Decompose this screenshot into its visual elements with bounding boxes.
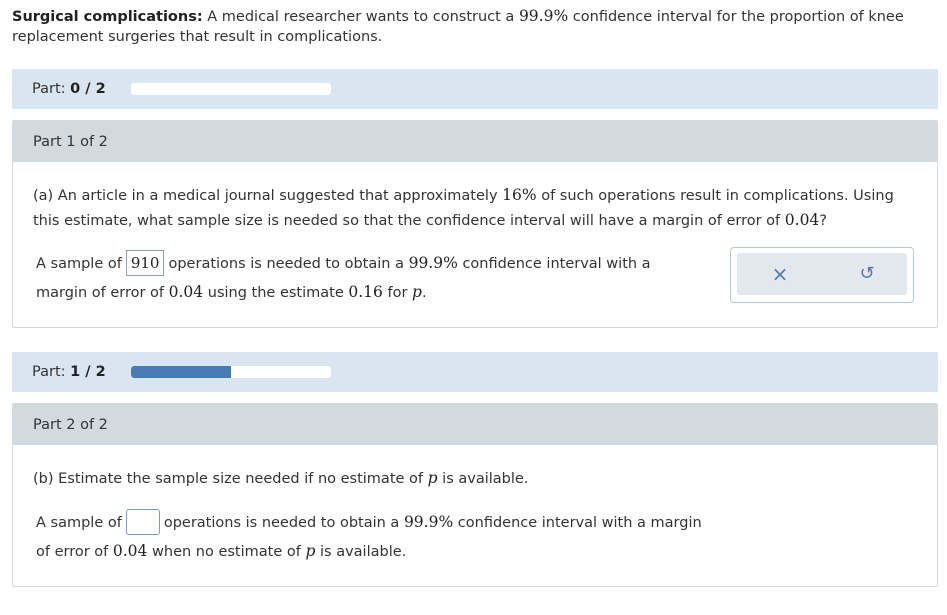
answer-text: for bbox=[387, 285, 408, 301]
answer-text: operations is needed to obtain a bbox=[163, 515, 400, 531]
sample-size-input[interactable]: 910 bbox=[125, 250, 165, 276]
answer-text: operations is needed to obtain a bbox=[168, 256, 404, 272]
part-1-answer: A sample of 910 operations is needed to ob… bbox=[36, 249, 706, 307]
part-2-heading-bar: Part 2 of 2 bbox=[13, 404, 937, 445]
problem-header: Surgical complications: A medical resear… bbox=[12, 6, 912, 47]
complication-rate: 16% bbox=[502, 186, 537, 204]
answer-end: . bbox=[421, 285, 427, 301]
part-progress-label: Part: bbox=[32, 364, 66, 380]
part-progress-value: 1 / 2 bbox=[70, 364, 106, 380]
question-text: is available. bbox=[442, 471, 529, 487]
part-progress-label: Part: bbox=[32, 81, 66, 97]
progress-fill bbox=[131, 366, 231, 378]
undo-icon[interactable]: ↺ bbox=[855, 262, 879, 286]
problem-text-1: A medical researcher wants to construct … bbox=[207, 9, 515, 25]
confidence-level: 99.9% bbox=[403, 513, 454, 531]
answer-action-panel: × ↺ bbox=[730, 247, 914, 303]
margin-of-error: 0.04 bbox=[168, 283, 204, 301]
answer-text: A sample of bbox=[36, 515, 122, 531]
part-1-card: Part 1 of 2 (a) An article in a medical … bbox=[12, 120, 938, 328]
part-progress-value: 0 / 2 bbox=[70, 81, 106, 97]
part-progress-bar-1: Part: 0 / 2 bbox=[12, 69, 938, 109]
part-1-heading: Part 1 of 2 bbox=[33, 134, 108, 150]
part-1-heading-bar: Part 1 of 2 bbox=[13, 121, 937, 162]
variable-p: p bbox=[305, 542, 316, 560]
part-2-question: (b) Estimate the sample size needed if n… bbox=[33, 466, 913, 491]
part-1-question: (a) An article in a medical journal sugg… bbox=[33, 183, 913, 233]
answer-text: using the estimate bbox=[207, 285, 344, 301]
margin-of-error: 0.04 bbox=[112, 542, 148, 560]
progress-track bbox=[131, 83, 331, 95]
answer-text: when no estimate of bbox=[152, 544, 301, 560]
close-icon[interactable]: × bbox=[768, 262, 792, 286]
margin-of-error: 0.04 bbox=[784, 211, 820, 229]
question-end: ? bbox=[819, 213, 827, 229]
part-2-card: Part 2 of 2 (b) Estimate the sample size… bbox=[12, 403, 938, 587]
answer-text: A sample of bbox=[36, 256, 122, 272]
action-panel-inner: × ↺ bbox=[737, 253, 907, 295]
variable-p: p bbox=[427, 469, 438, 487]
part-progress-bar-2: Part: 1 / 2 bbox=[12, 352, 938, 392]
question-text: (a) An article in a medical journal sugg… bbox=[33, 188, 498, 204]
part-2-heading: Part 2 of 2 bbox=[33, 417, 108, 433]
answer-end: is available. bbox=[320, 544, 407, 560]
confidence-level: 99.9% bbox=[518, 7, 569, 25]
variable-p: p bbox=[412, 283, 422, 301]
estimate-value: 0.16 bbox=[348, 283, 383, 301]
sample-size-input[interactable] bbox=[125, 509, 160, 535]
problem-title: Surgical complications: bbox=[12, 9, 203, 25]
question-text: (b) Estimate the sample size needed if n… bbox=[33, 471, 424, 487]
part-2-answer: A sample of operations is needed to obtai… bbox=[36, 508, 716, 566]
progress-track bbox=[131, 366, 331, 378]
confidence-level: 99.9% bbox=[408, 254, 458, 272]
